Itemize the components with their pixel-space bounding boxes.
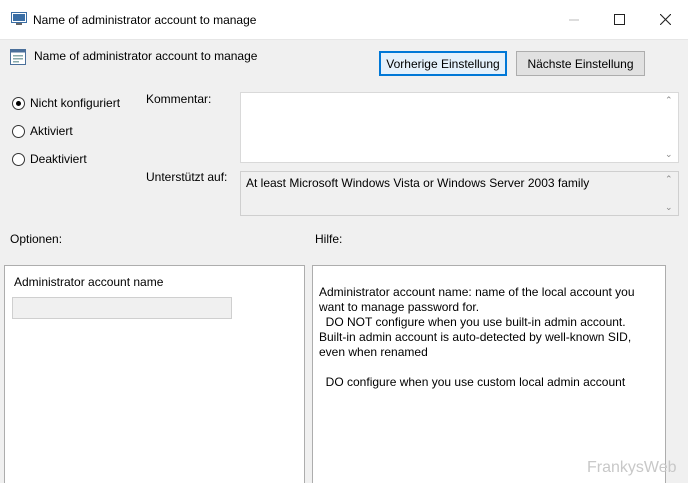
help-text: Administrator account name: name of the …	[319, 285, 635, 389]
help-label: Hilfe:	[315, 232, 343, 246]
scroll-up-icon: ⌃	[665, 174, 673, 184]
supported-on-field: At least Microsoft Windows Vista or Wind…	[240, 171, 679, 216]
app-icon	[11, 12, 27, 26]
comment-label: Kommentar:	[146, 92, 212, 106]
radio-indicator	[12, 124, 25, 138]
options-pane: Administrator account name	[4, 265, 305, 483]
watermark: FrankysWeb	[587, 459, 677, 476]
scroll-down-icon: ⌄	[665, 202, 673, 212]
supported-on-value: At least Microsoft Windows Vista or Wind…	[246, 176, 590, 190]
setting-title: Name of administrator account to manage	[34, 49, 258, 63]
scroll-down-icon: ⌄	[665, 149, 673, 159]
scroll-up-icon: ⌃	[665, 95, 673, 105]
radio-disabled[interactable]: Deaktiviert	[12, 152, 87, 166]
previous-setting-button[interactable]: Vorherige Einstellung	[379, 51, 507, 76]
radio-not-configured[interactable]: Nicht konfiguriert	[12, 96, 120, 110]
radio-indicator	[12, 152, 25, 166]
radio-label: Deaktiviert	[30, 152, 87, 166]
comment-field[interactable]: ⌃ ⌄	[240, 92, 679, 163]
maximize-button[interactable]	[605, 8, 633, 32]
window-title: Name of administrator account to manage	[33, 13, 257, 27]
radio-enabled[interactable]: Aktiviert	[12, 124, 73, 138]
maximize-icon	[613, 12, 625, 29]
close-icon	[659, 12, 671, 29]
supported-on-label: Unterstützt auf:	[146, 170, 228, 184]
minimize-button[interactable]	[560, 8, 588, 32]
radio-indicator	[12, 96, 25, 110]
title-bar: Name of administrator account to manage	[0, 0, 688, 40]
radio-label: Nicht konfiguriert	[30, 96, 121, 110]
admin-account-name-label: Administrator account name	[14, 275, 164, 289]
comment-scrollbar[interactable]: ⌃ ⌄	[661, 93, 678, 162]
next-setting-button[interactable]: Nächste Einstellung	[516, 51, 645, 76]
close-button[interactable]	[651, 8, 679, 32]
options-label: Optionen:	[10, 232, 63, 246]
supported-scrollbar[interactable]: ⌃ ⌄	[661, 172, 678, 215]
help-pane: Administrator account name: name of the …	[312, 265, 666, 483]
policy-settings-icon	[10, 49, 26, 65]
radio-label: Aktiviert	[30, 124, 73, 138]
minimize-icon	[569, 12, 579, 29]
admin-account-name-input[interactable]	[12, 297, 232, 319]
